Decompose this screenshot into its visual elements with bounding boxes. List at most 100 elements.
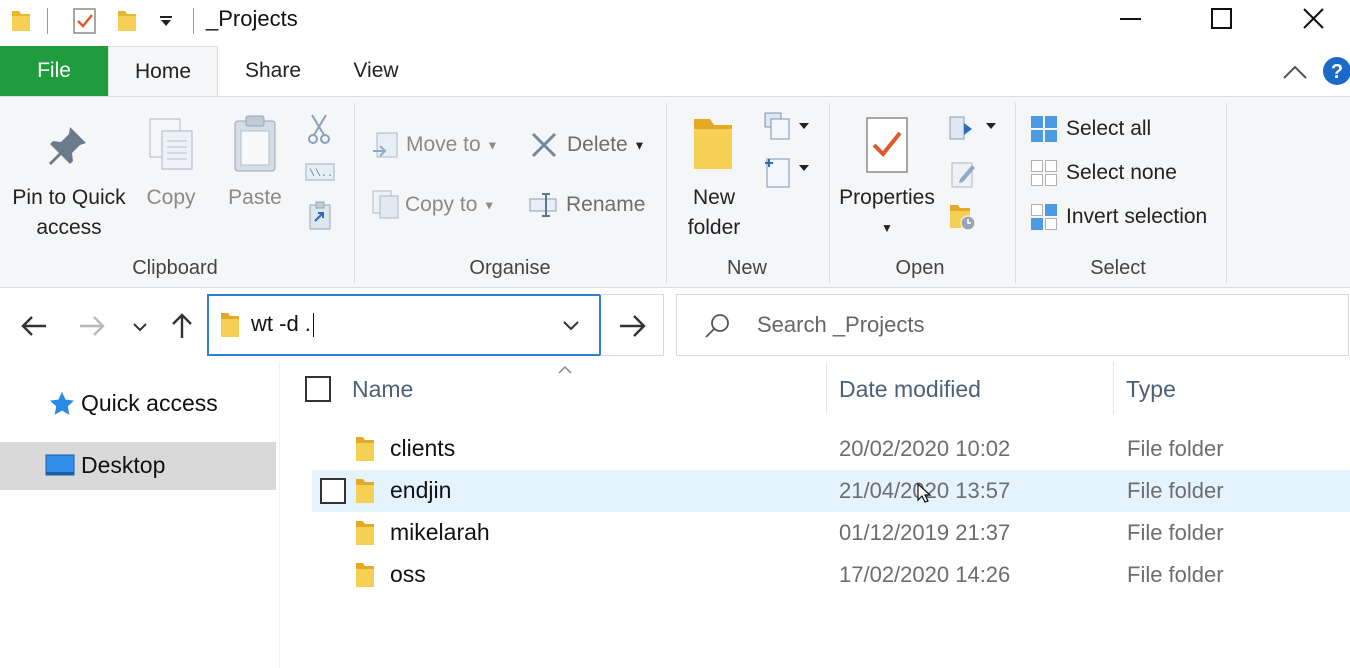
file-date: 17/02/2020 14:26 [839,562,1011,587]
file-date: 01/12/2019 21:37 [839,520,1011,545]
invert-selection-icon [1030,203,1058,236]
folder-icon [354,518,376,553]
select-group-label: Select [1090,257,1146,279]
move-to-icon [371,131,401,164]
close-button[interactable] [1268,0,1350,42]
navigation-pane: Quick access Desktop [0,362,280,668]
file-type: File folder [1127,520,1224,545]
open-icon[interactable] [948,113,998,148]
ribbon-home: Pin to Quick access Copy Paste \\... Cli… [0,96,1350,288]
table-row[interactable]: mikelarah 01/12/2019 21:37 File folder [312,512,1350,554]
select-all-icon [1030,115,1058,148]
tab-home[interactable]: Home [108,46,218,97]
invert-selection-button[interactable]: Invert selection [1066,205,1207,229]
move-to-label: Move to [406,133,481,156]
tab-view[interactable]: View [328,46,424,96]
go-button[interactable] [600,294,664,356]
copy-to-button[interactable]: Copy to ▼ [405,193,495,217]
new-folder-button[interactable]: New folder [676,183,752,243]
collapse-ribbon-icon[interactable] [1280,60,1310,89]
cut-icon[interactable] [306,113,332,150]
rename-button[interactable]: Rename [566,193,645,217]
new-group-label: New [726,257,767,279]
copy-button[interactable]: Copy [140,183,202,213]
column-header-name[interactable]: Name [352,376,413,403]
easy-access-icon[interactable] [763,153,811,194]
maximize-button[interactable] [1176,0,1268,42]
address-bar[interactable]: wt -d . [207,294,601,356]
copy-to-label: Copy to [405,193,478,216]
file-name: clients [390,435,456,461]
navigation-bar: wt -d . Search _Projects [0,290,1350,362]
star-icon [48,390,76,423]
nav-item-desktop[interactable]: Desktop [0,442,276,490]
file-type: File folder [1127,436,1224,461]
copy-path-icon[interactable]: \\... [305,163,339,186]
text-caret [312,313,314,338]
search-icon [703,312,731,345]
customize-qat-dropdown-icon[interactable] [158,14,174,33]
properties-icon [864,115,910,180]
window-title: _Projects [206,6,298,31]
search-box[interactable]: Search _Projects [676,294,1349,356]
new-folder-label-line1: New [692,186,735,209]
paste-button[interactable]: Paste [222,183,288,213]
column-header-date[interactable]: Date modified [839,376,981,403]
file-name: mikelarah [390,519,490,545]
sort-ascending-icon [556,362,574,380]
move-to-dropdown-icon: ▼ [486,138,499,153]
table-row[interactable]: oss 17/02/2020 14:26 File folder [312,554,1350,596]
folder-icon [354,434,376,469]
ribbon-tabs: File Home Share View ? [0,46,1350,97]
edit-icon[interactable] [950,159,978,194]
column-header-type[interactable]: Type [1126,376,1176,403]
pin-label-line2: access [36,216,102,239]
mouse-cursor-icon [916,482,932,509]
folder-app-icon [10,8,32,39]
properties-button[interactable]: Properties ▼ [836,183,938,243]
row-checkbox[interactable] [320,478,346,504]
pin-to-quick-access-button[interactable]: Pin to Quick access [4,183,134,243]
select-all-button[interactable]: Select all [1066,117,1151,141]
help-icon[interactable]: ? [1322,56,1350,91]
back-button[interactable] [14,304,54,348]
paste-shortcut-icon[interactable] [308,201,332,236]
file-type: File folder [1127,562,1224,587]
new-item-icon[interactable] [763,111,811,148]
table-row[interactable]: endjin 21/04/2020 13:57 File folder [312,470,1350,512]
table-row[interactable]: clients 20/02/2020 10:02 File folder [312,428,1350,470]
recent-locations-button[interactable] [122,304,158,348]
address-input[interactable]: wt -d . [251,311,314,338]
rename-icon [528,191,560,224]
history-icon[interactable] [948,201,978,238]
delete-button[interactable]: Delete ▼ [567,133,645,157]
address-folder-icon [219,310,241,345]
tab-file[interactable]: File [0,46,108,96]
clipboard-group-label: Clipboard [132,257,218,279]
copy-icon [146,115,200,180]
svg-text:\\...: \\... [309,168,335,180]
select-all-checkbox[interactable] [305,376,331,402]
move-to-button[interactable]: Move to ▼ [406,133,498,157]
file-date: 20/02/2020 10:02 [839,436,1011,461]
address-history-dropdown-icon[interactable] [559,314,583,343]
file-name: oss [390,561,426,587]
tab-share[interactable]: Share [218,46,328,96]
nav-item-quick-access[interactable]: Quick access [0,380,276,428]
file-name: endjin [390,477,452,503]
properties-dropdown-icon: ▼ [881,221,893,235]
copy-to-dropdown-icon: ▼ [483,198,496,213]
search-input[interactable]: Search _Projects [757,312,925,338]
forward-button[interactable] [72,304,112,348]
svg-text:?: ? [1331,61,1343,83]
select-none-button[interactable]: Select none [1066,161,1177,185]
folder-icon [354,560,376,595]
pin-label-line1: Pin to Quick [12,186,126,209]
up-button[interactable] [162,304,202,348]
title-bar: _Projects [0,0,1350,42]
new-folder-qat-icon[interactable] [116,8,138,39]
properties-qat-icon[interactable] [72,7,98,40]
folder-icon [354,476,376,511]
pin-icon [44,121,92,174]
minimize-button[interactable] [1084,0,1176,42]
